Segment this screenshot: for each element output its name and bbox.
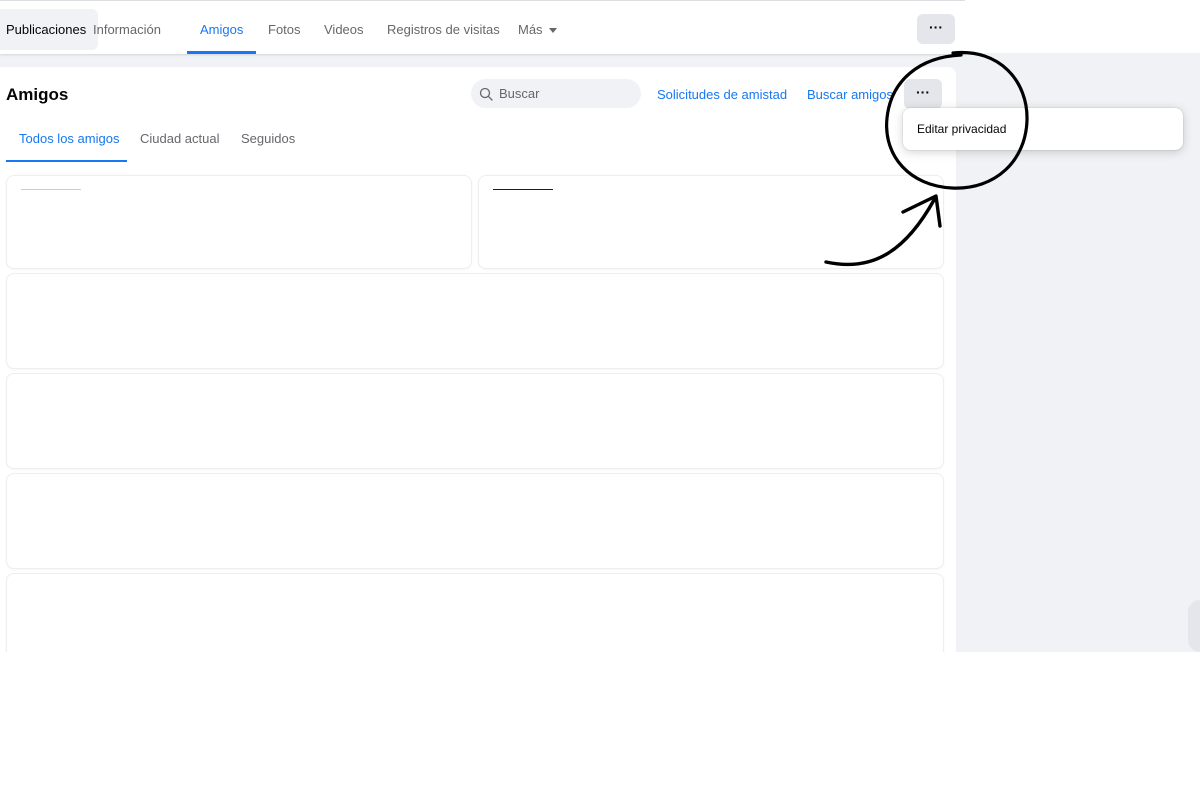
options-dropdown-menu: Editar privacidad bbox=[903, 108, 1183, 150]
friend-card[interactable] bbox=[478, 175, 944, 269]
friends-panel: Amigos Solicitudes de amistad Buscar ami… bbox=[0, 67, 956, 652]
friends-search-box[interactable] bbox=[471, 79, 641, 108]
profile-more-button[interactable]: ··· bbox=[917, 14, 955, 44]
subtab-ciudad-actual[interactable]: Ciudad actual bbox=[140, 131, 220, 146]
find-friends-link[interactable]: Buscar amigos bbox=[807, 87, 893, 102]
subtab-todos-los-amigos[interactable]: Todos los amigos bbox=[19, 131, 119, 146]
subtab-seguidos[interactable]: Seguidos bbox=[241, 131, 295, 146]
page: Publicaciones Información Amigos Fotos V… bbox=[0, 0, 1200, 800]
friends-options-button[interactable]: ··· bbox=[904, 79, 942, 109]
caret-down-icon bbox=[548, 28, 557, 34]
panel-title: Amigos bbox=[6, 85, 69, 104]
tab-registros-de-visitas[interactable]: Registros de visitas bbox=[387, 9, 500, 50]
tab-mas-label: Más bbox=[518, 22, 543, 37]
tab-informacion[interactable]: Información bbox=[93, 9, 161, 50]
tab-publicaciones[interactable]: Publicaciones bbox=[0, 9, 99, 50]
floating-edge-button[interactable] bbox=[1188, 600, 1200, 652]
search-icon bbox=[479, 87, 493, 101]
friend-card[interactable] bbox=[6, 373, 944, 469]
friend-card[interactable] bbox=[6, 473, 944, 569]
friend-card[interactable] bbox=[6, 273, 944, 369]
friends-search-input[interactable] bbox=[497, 85, 631, 102]
menu-item-editar-privacidad[interactable]: Editar privacidad bbox=[917, 122, 1006, 136]
avatar bbox=[21, 189, 81, 190]
tab-videos[interactable]: Videos bbox=[324, 9, 364, 50]
tab-fotos[interactable]: Fotos bbox=[268, 9, 301, 50]
friend-requests-link[interactable]: Solicitudes de amistad bbox=[657, 87, 787, 102]
active-subtab-indicator bbox=[6, 160, 127, 162]
tab-amigos[interactable]: Amigos bbox=[186, 9, 257, 54]
friend-card[interactable] bbox=[6, 175, 472, 269]
friend-card[interactable] bbox=[6, 573, 944, 652]
tab-mas[interactable]: Más bbox=[518, 9, 557, 50]
profile-tab-bar: Publicaciones Información Amigos Fotos V… bbox=[0, 0, 965, 54]
top-bar-filler bbox=[965, 0, 1200, 53]
avatar bbox=[493, 189, 553, 190]
profile-screen: Publicaciones Información Amigos Fotos V… bbox=[0, 0, 1200, 652]
